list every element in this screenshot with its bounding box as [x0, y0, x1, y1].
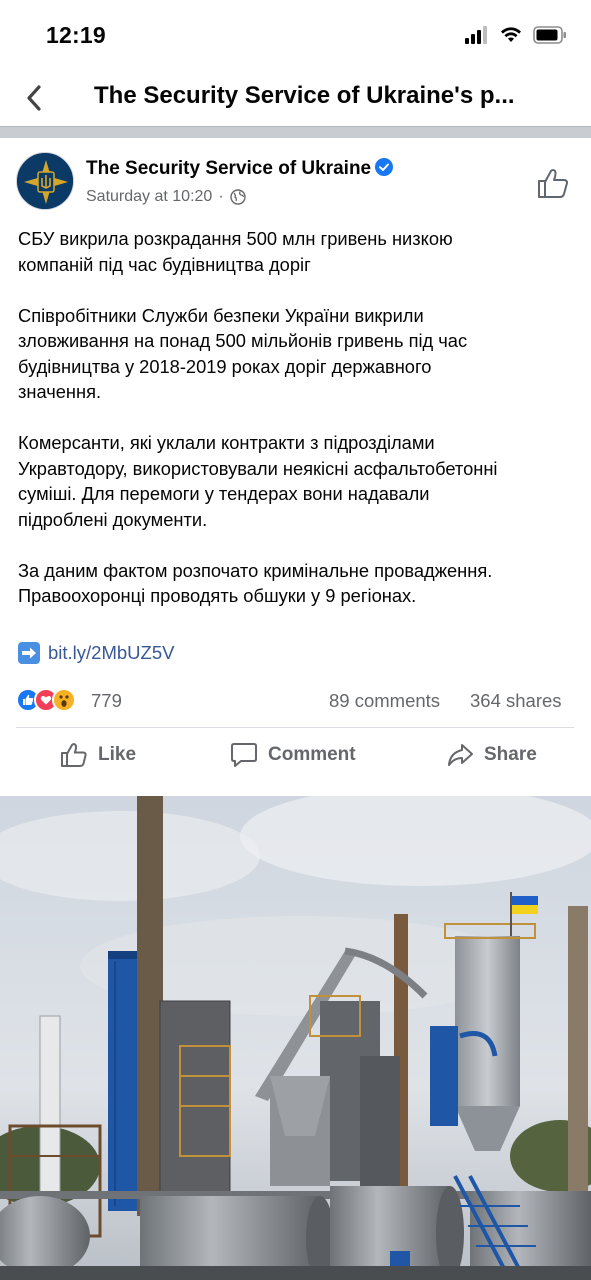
- reaction-icons[interactable]: [16, 688, 76, 712]
- share-label[interactable]: Share: [484, 744, 537, 766]
- post-timestamp[interactable]: Saturday at 10:20: [86, 188, 212, 206]
- wow-reaction-icon: [52, 688, 76, 712]
- thumbs-up-icon: [61, 743, 87, 767]
- comment-button[interactable]: Comment: [230, 742, 356, 768]
- right-arrow-emoji-icon: [18, 642, 40, 664]
- post-paragraph: За даним фактом розпочато кримінальне пр…: [18, 559, 493, 607]
- verified-badge-icon: [375, 158, 394, 176]
- page-name-text[interactable]: The Security Service of Ukraine: [86, 158, 371, 179]
- like-button[interactable]: Like: [60, 742, 136, 768]
- battery-icon: [533, 26, 566, 44]
- page-title: The Security Service of Ukraine's p...: [94, 82, 515, 109]
- status-bar: 12:19: [0, 0, 591, 72]
- ssu-emblem-icon: [17, 153, 73, 209]
- post-paragraph: Співробітники Служби безпеки України вик…: [18, 304, 468, 403]
- share-count[interactable]: 364 shares: [470, 690, 562, 712]
- post-meta: Saturday at 10:20 ·: [86, 188, 246, 206]
- post-photo[interactable]: [0, 796, 591, 1280]
- post-link[interactable]: bit.ly/2MbUZ5V: [18, 642, 174, 664]
- post-header: The Security Service of Ukraine Saturday…: [0, 138, 591, 220]
- post-actions: Like Comment Share: [0, 728, 591, 786]
- status-time: 12:19: [46, 22, 106, 48]
- like-label[interactable]: Like: [98, 744, 136, 766]
- post-paragraph: Комерсанти, які уклали контракти з підро…: [18, 432, 498, 530]
- share-button[interactable]: Share: [446, 742, 537, 768]
- meta-separator: ·: [218, 188, 224, 205]
- status-icons: [465, 26, 567, 44]
- like-page-button[interactable]: [535, 166, 571, 202]
- page-name[interactable]: The Security Service of Ukraine: [86, 158, 394, 180]
- asphalt-plant-photo: [0, 796, 591, 1280]
- comment-count[interactable]: 89 comments: [329, 690, 440, 712]
- back-button[interactable]: [16, 78, 52, 118]
- avatar[interactable]: [16, 152, 74, 210]
- comment-label[interactable]: Comment: [268, 744, 356, 766]
- post-paragraph: СБУ викрила розкрадання 500 млн гривень …: [18, 228, 453, 275]
- section-divider: [0, 126, 591, 138]
- post-text: СБУ викрила розкрадання 500 млн гривень …: [18, 226, 578, 634]
- thumbs-up-outline-icon: [538, 169, 568, 198]
- share-arrow-icon: [448, 744, 473, 766]
- post-link-text[interactable]: bit.ly/2MbUZ5V: [48, 642, 174, 664]
- nav-bar: The Security Service of Ukraine's p...: [0, 72, 591, 126]
- comment-icon: [231, 743, 257, 767]
- globe-icon: [229, 189, 246, 205]
- reaction-count[interactable]: 779: [91, 690, 122, 712]
- wifi-icon: [501, 27, 521, 42]
- signal-icon: [465, 26, 487, 44]
- chevron-left-icon: [27, 85, 41, 111]
- reactions-row: 779 89 comments 364 shares: [16, 688, 576, 714]
